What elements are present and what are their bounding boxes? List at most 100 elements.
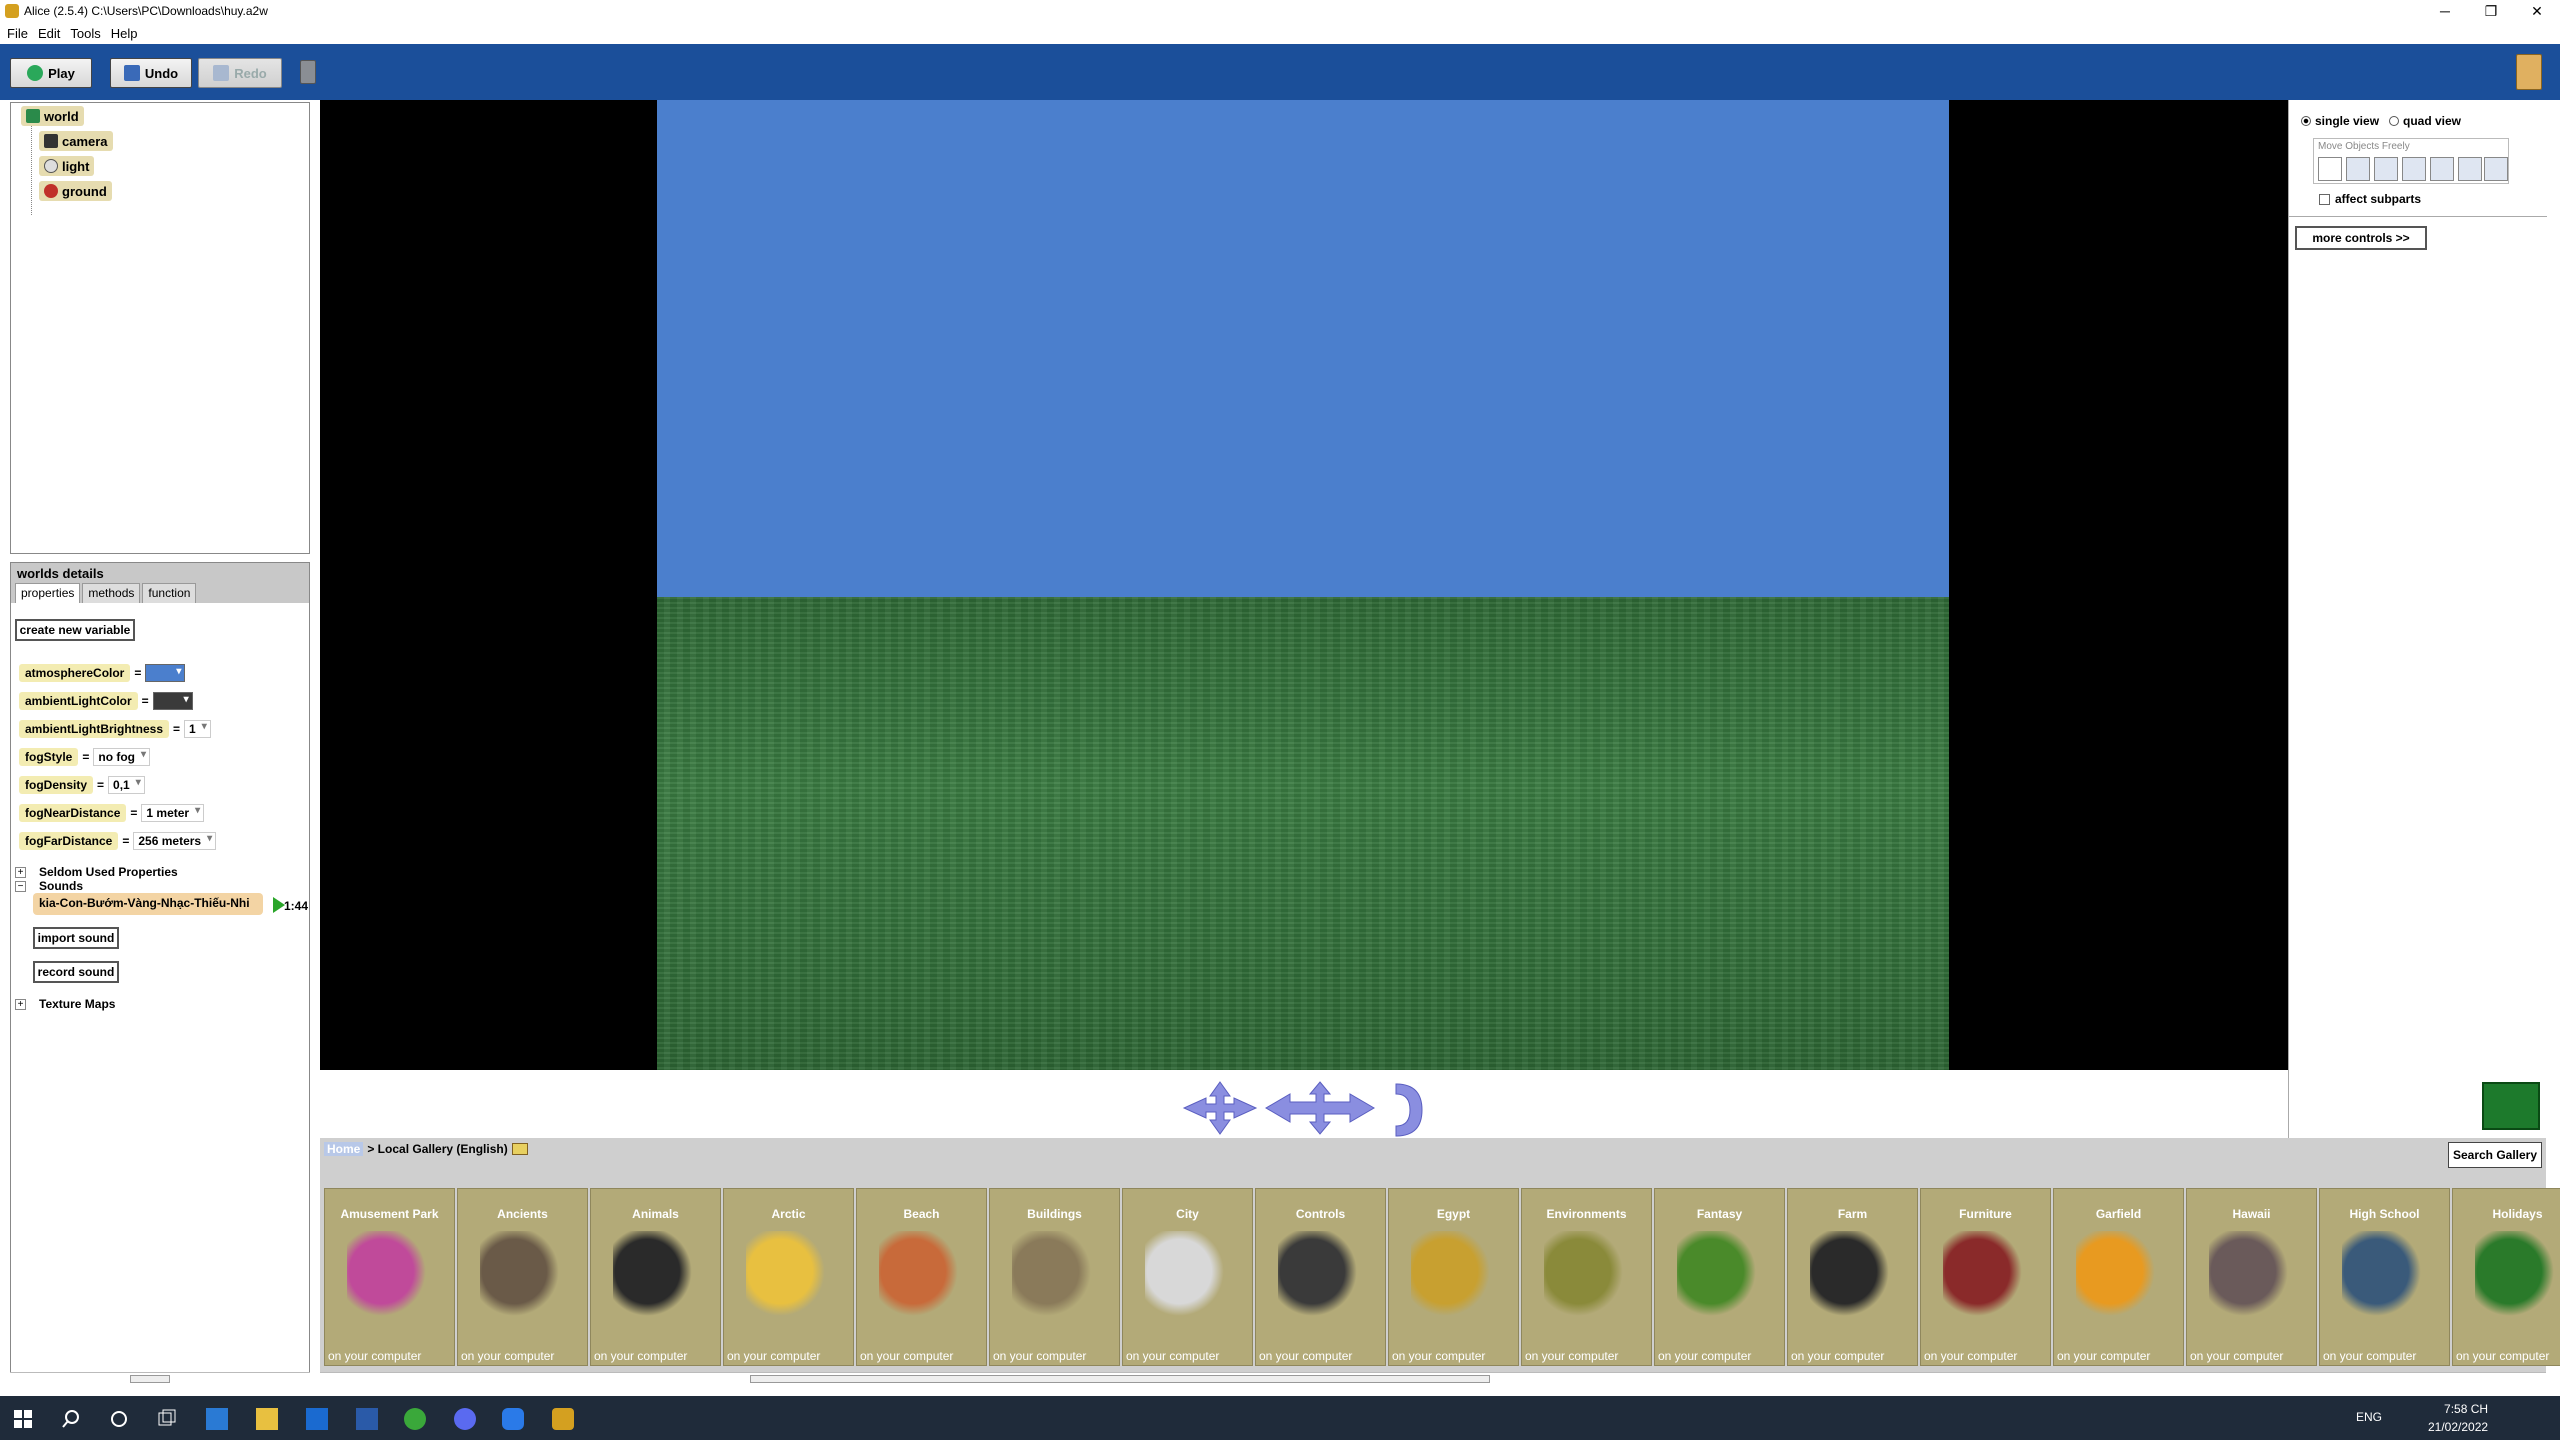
prop-name[interactable]: fogDensity	[19, 776, 94, 794]
menu-tools[interactable]: Tools	[67, 26, 107, 41]
play-button[interactable]: Play	[10, 58, 92, 88]
gallery-tile-subtitle: on your computer	[1658, 1349, 1752, 1363]
color-picker[interactable]	[145, 664, 186, 682]
tree-label-world: world	[44, 108, 79, 124]
up-down-tool-icon[interactable]	[2374, 157, 2398, 181]
prop-name[interactable]: fogFarDistance	[19, 832, 119, 850]
gallery-tile[interactable]: Farm on your computer	[1787, 1188, 1918, 1366]
tab-function[interactable]: function	[142, 583, 197, 603]
prop-name[interactable]: fogNearDistance	[19, 804, 127, 822]
color-picker[interactable]	[152, 692, 193, 710]
tree-item-ground[interactable]: ground	[39, 181, 112, 201]
gallery-tile[interactable]: Arctic on your computer	[723, 1188, 854, 1366]
gallery-tile[interactable]: Furniture on your computer	[1920, 1188, 2051, 1366]
store-icon[interactable]	[206, 1408, 228, 1430]
camera-move-arrows-icon[interactable]	[1182, 1080, 1258, 1136]
gallery-hscrollbar[interactable]	[320, 1372, 2546, 1386]
sound-item[interactable]: kia-Con-Bướm-Vàng-Nhạc-Thiếu-Nhi	[33, 893, 263, 915]
roll-tool-icon[interactable]	[2430, 157, 2454, 181]
menu-help[interactable]: Help	[108, 26, 145, 41]
prop-name[interactable]: ambientLightColor	[19, 692, 138, 710]
zalo-icon[interactable]	[502, 1408, 524, 1430]
gallery-folder-icon	[1943, 1231, 2029, 1321]
tree-item-light[interactable]: light	[39, 156, 95, 176]
scroll-thumb[interactable]	[130, 1375, 170, 1383]
tree-item-world[interactable]: world	[21, 106, 84, 126]
gallery-tile-subtitle: on your computer	[1791, 1349, 1885, 1363]
prop-value[interactable]: 0,1	[108, 776, 145, 794]
copy-tool-icon[interactable]	[2484, 157, 2508, 181]
gallery-tile[interactable]: Amusement Park on your computer	[324, 1188, 455, 1366]
gallery-tile[interactable]: High School on your computer	[2319, 1188, 2450, 1366]
scroll-thumb[interactable]	[750, 1375, 1490, 1383]
quad-view-radio[interactable]: quad view	[2389, 114, 2461, 128]
file-explorer-icon[interactable]	[256, 1408, 278, 1430]
gallery-tile[interactable]: City on your computer	[1122, 1188, 1253, 1366]
prop-value[interactable]: no fog	[93, 748, 151, 766]
pointer-tool-icon[interactable]	[2318, 157, 2342, 181]
camera-up-down-arrows-icon[interactable]	[1264, 1080, 1376, 1136]
prop-name[interactable]: atmosphereColor	[19, 664, 131, 682]
import-sound-button[interactable]: import sound	[33, 927, 119, 949]
gallery-tile[interactable]: Controls on your computer	[1255, 1188, 1386, 1366]
prop-value[interactable]: 256 meters	[133, 832, 217, 850]
discord-icon[interactable]	[454, 1408, 476, 1430]
alice-taskbar-icon[interactable]	[552, 1408, 574, 1430]
minimize-button[interactable]: ─	[2422, 0, 2468, 22]
gallery-tile[interactable]: Fantasy on your computer	[1654, 1188, 1785, 1366]
language-indicator[interactable]: ENG	[2356, 1410, 2382, 1424]
expand-seldom-used[interactable]: +	[15, 867, 26, 878]
gallery-tile[interactable]: Egypt on your computer	[1388, 1188, 1519, 1366]
search-icon[interactable]	[60, 1408, 82, 1430]
collapse-sounds[interactable]: −	[15, 881, 26, 892]
prop-name[interactable]: fogStyle	[19, 748, 79, 766]
gallery-tile-subtitle: on your computer	[727, 1349, 821, 1363]
tab-properties[interactable]: properties	[15, 583, 81, 603]
tree-item-camera[interactable]: camera	[39, 131, 113, 151]
gallery-tile[interactable]: Buildings on your computer	[989, 1188, 1120, 1366]
gallery-tile-name: Controls	[1295, 1207, 1346, 1221]
word-icon[interactable]	[356, 1408, 378, 1430]
gallery-tile[interactable]: Hawaii on your computer	[2186, 1188, 2317, 1366]
tab-methods[interactable]: methods	[82, 583, 141, 603]
search-gallery-button[interactable]: Search Gallery	[2448, 1142, 2542, 1168]
move-tool-icon[interactable]	[2346, 157, 2370, 181]
gallery-tile[interactable]: Animals on your computer	[590, 1188, 721, 1366]
create-variable-button[interactable]: create new variable	[15, 619, 135, 641]
gallery-tile[interactable]: Garfield on your computer	[2053, 1188, 2184, 1366]
resize-tool-icon[interactable]	[2458, 157, 2482, 181]
taskbar-clock[interactable]: 7:58 CH 21/02/2022	[2428, 1400, 2488, 1436]
folder-up-icon[interactable]	[511, 1143, 528, 1155]
redo-button[interactable]: Redo	[198, 58, 282, 88]
prop-value[interactable]: 1 meter	[141, 804, 205, 822]
trash-icon[interactable]	[300, 60, 316, 84]
camera-rotate-arrows-icon[interactable]	[1388, 1080, 1424, 1140]
menu-edit[interactable]: Edit	[35, 26, 67, 41]
turn-tool-icon[interactable]	[2402, 157, 2426, 181]
expand-texture-maps[interactable]: +	[15, 999, 26, 1010]
record-sound-button[interactable]: record sound	[33, 961, 119, 983]
windows-start-icon[interactable]	[12, 1408, 34, 1430]
gallery-tile[interactable]: Beach on your computer	[856, 1188, 987, 1366]
prop-name[interactable]: ambientLightBrightness	[19, 720, 170, 738]
affect-subparts-checkbox[interactable]: affect subparts	[2319, 192, 2421, 206]
gallery-tile[interactable]: Holidays on your computer	[2452, 1188, 2560, 1366]
more-controls-button[interactable]: more controls >>	[2295, 226, 2427, 250]
gallery-tile[interactable]: Ancients on your computer	[457, 1188, 588, 1366]
details-hscrollbar[interactable]	[10, 1372, 310, 1386]
close-button[interactable]: ✕	[2514, 0, 2560, 22]
single-view-radio[interactable]: single view	[2301, 114, 2379, 128]
cortana-icon[interactable]	[108, 1408, 130, 1430]
task-view-icon[interactable]	[156, 1408, 178, 1430]
mail-icon[interactable]	[306, 1408, 328, 1430]
clipboard-icon[interactable]	[2516, 54, 2542, 90]
undo-button[interactable]: Undo	[110, 58, 192, 88]
maximize-button[interactable]: ❐	[2468, 0, 2514, 22]
prop-value[interactable]: 1	[184, 720, 211, 738]
gallery-tile[interactable]: Environments on your computer	[1521, 1188, 1652, 1366]
chrome-icon[interactable]	[404, 1408, 426, 1430]
sound-indicator-icon[interactable]	[2482, 1082, 2540, 1130]
world-viewport[interactable]	[320, 100, 2288, 1070]
menu-file[interactable]: File	[4, 26, 35, 41]
gallery-home-link[interactable]: Home	[324, 1142, 364, 1156]
